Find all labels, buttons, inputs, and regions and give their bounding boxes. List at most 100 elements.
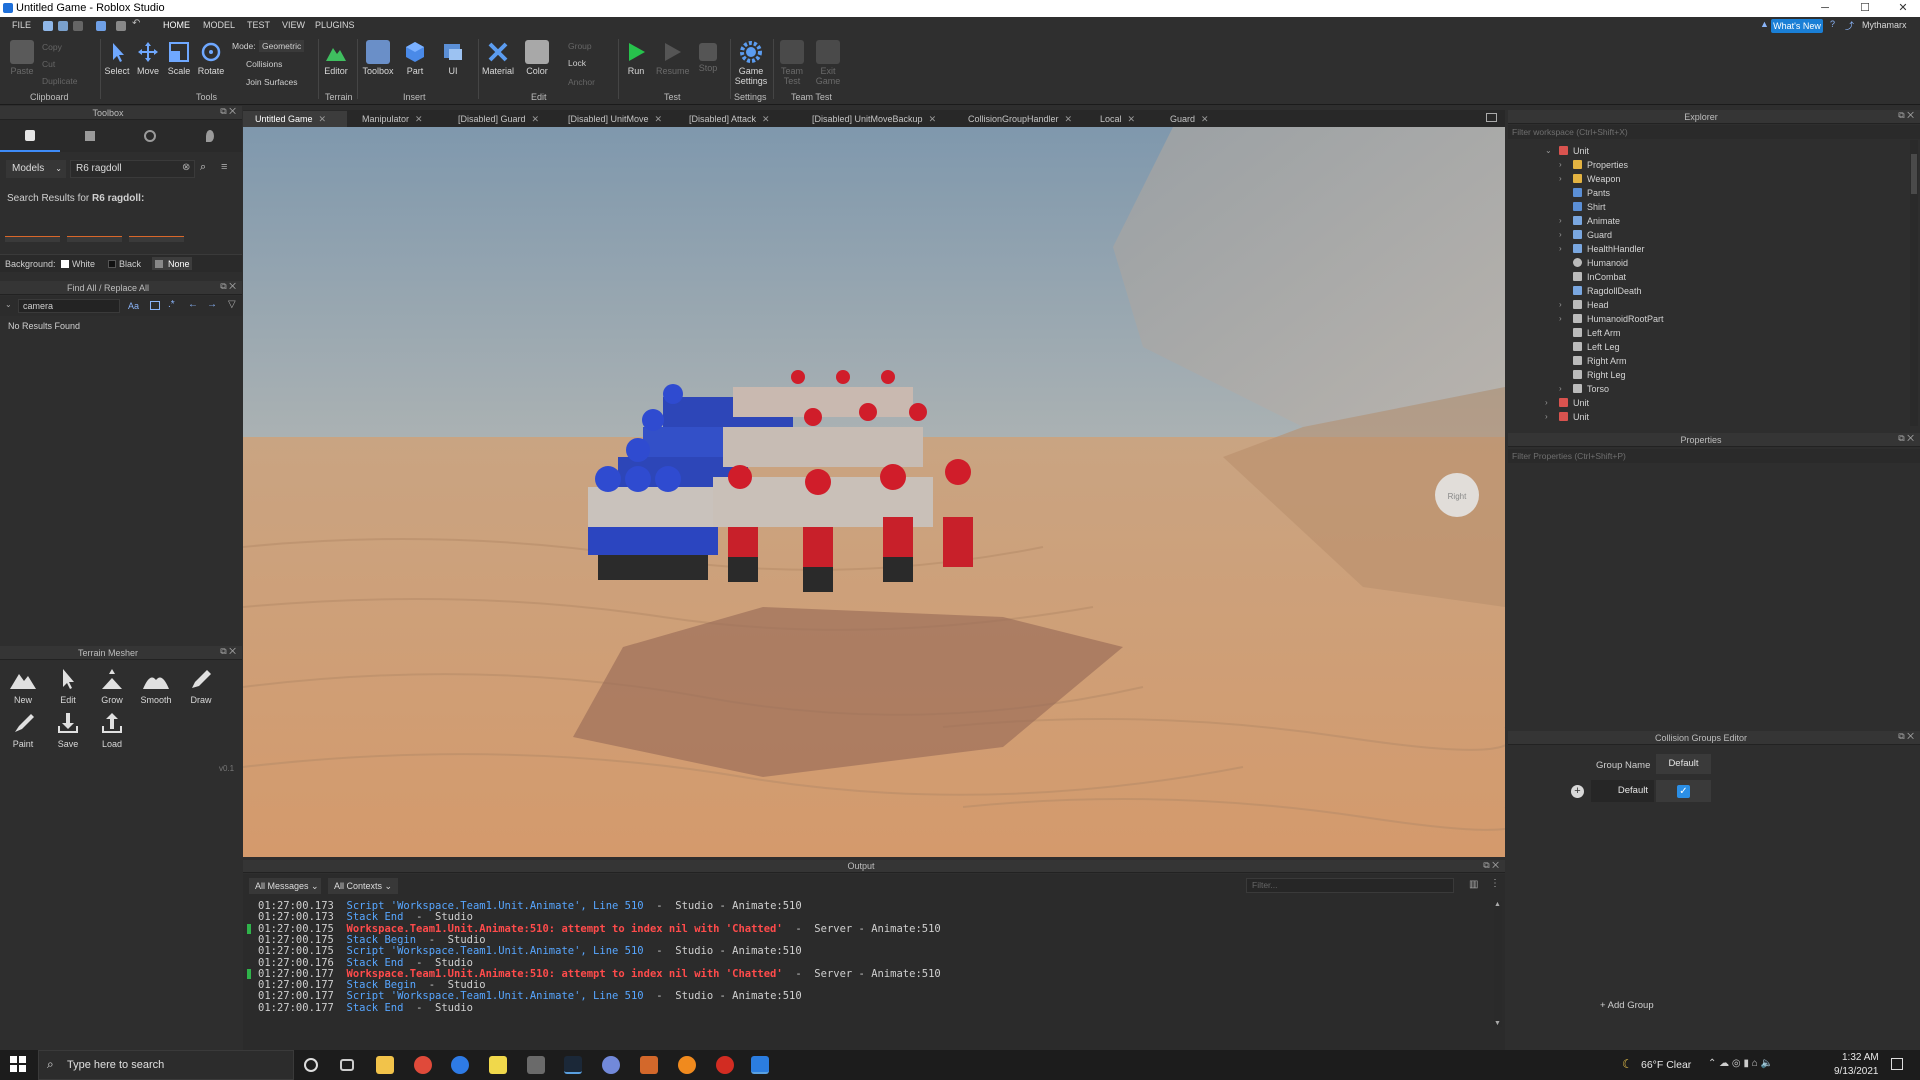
weather-text[interactable]: 66°F Clear [1641, 1059, 1691, 1071]
expand-chevron-icon[interactable]: › [1559, 158, 1562, 172]
menu-home[interactable]: HOME [163, 20, 190, 30]
tab-disabled-guard[interactable]: [Disabled] Guard ✕ [446, 111, 546, 127]
app-icon[interactable] [489, 1056, 507, 1074]
output-line[interactable]: 01:27:00.177 Script 'Workspace.Team1.Uni… [258, 991, 802, 1002]
rotate-tool-button[interactable]: Rotate [195, 37, 227, 85]
collisions-toggle[interactable]: Collisions [246, 59, 282, 69]
expand-chevron-icon[interactable]: › [1559, 228, 1562, 242]
windows-start-icon[interactable] [10, 1056, 28, 1074]
menu-view[interactable]: VIEW [282, 20, 305, 30]
move-tool-button[interactable]: Move [132, 37, 164, 85]
roblox-studio-taskbar-icon[interactable] [751, 1056, 769, 1074]
tab-local[interactable]: Local ✕ [1088, 111, 1148, 127]
material-button[interactable]: Material [482, 37, 514, 85]
tree-item-shirt[interactable]: Shirt [1573, 200, 1606, 214]
tree-item-left-leg[interactable]: Left Leg [1573, 340, 1620, 354]
tree-item-torso[interactable]: › Torso [1559, 382, 1609, 396]
bg-option-black[interactable]: Black [119, 259, 141, 269]
scale-tool-button[interactable]: Scale [163, 37, 195, 85]
expand-chevron-icon[interactable]: ⌄ [1545, 144, 1552, 158]
close-tab-icon[interactable]: ✕ [929, 114, 937, 124]
collapse-ribbon-icon[interactable]: ▲ [1760, 19, 1769, 29]
panel-close-icon[interactable]: ⧉ ✕ [1898, 433, 1914, 444]
maximize-button[interactable]: ☐ [1850, 0, 1880, 17]
close-tab-icon[interactable]: ✕ [532, 114, 540, 124]
terrain-smooth-button[interactable]: Smooth [136, 668, 176, 705]
regex-icon[interactable]: .* [168, 299, 175, 310]
viewport-scene[interactable]: Right [243, 127, 1505, 857]
tree-item-properties[interactable]: › Properties [1559, 158, 1628, 172]
panel-close-icon[interactable]: ⧉ ✕ [1898, 731, 1914, 742]
undo-icon[interactable]: ↶ [132, 18, 142, 29]
output-line[interactable]: 01:27:00.177 Stack End - Studio [258, 1002, 473, 1014]
panel-close-icon[interactable]: ⧉ ✕ [220, 281, 236, 292]
panel-close-icon[interactable]: ⧉ ✕ [220, 106, 236, 117]
menu-model[interactable]: MODEL [203, 20, 235, 30]
file-explorer-icon[interactable] [376, 1056, 394, 1074]
join-surfaces-toggle[interactable]: Join Surfaces [246, 77, 298, 87]
panel-close-icon[interactable]: ⧉ ✕ [1483, 860, 1499, 871]
tree-item-incombat[interactable]: InCombat [1573, 270, 1626, 284]
more-options-icon[interactable]: ⋮ [1490, 878, 1500, 889]
add-circle-icon[interactable]: + [1571, 785, 1584, 798]
toolbox-search-input[interactable]: R6 ragdoll [70, 160, 195, 178]
message-filter-dropdown[interactable]: All Messages ⌄ [249, 878, 321, 894]
color-button[interactable]: Color [521, 37, 553, 85]
expand-chevron-icon[interactable]: › [1559, 312, 1562, 326]
clear-search-icon[interactable]: ⊗ [182, 162, 190, 173]
expand-chevron-icon[interactable]: › [1559, 214, 1562, 228]
whats-new-button[interactable]: What's New [1771, 19, 1823, 33]
search-icon[interactable]: ⌕ [200, 161, 206, 174]
panel-close-icon[interactable]: ⧉ ✕ [1898, 110, 1914, 121]
tab-guard[interactable]: Guard ✕ [1158, 111, 1222, 127]
3d-viewport[interactable]: Right [243, 127, 1505, 857]
explorer-filter-input[interactable]: Filter workspace (Ctrl+Shift+X) [1508, 125, 1920, 139]
scroll-down-icon[interactable]: ▼ [1494, 1020, 1501, 1027]
mode-dropdown[interactable]: Geometric [259, 40, 305, 52]
expand-chevron-icon[interactable]: › [1559, 242, 1562, 256]
share-icon[interactable]: ⤴ [1845, 19, 1854, 32]
previous-arrow-icon[interactable]: ← [188, 299, 198, 310]
toolbox-tab-recent[interactable] [120, 120, 180, 152]
group-row-name[interactable]: Default [1591, 780, 1654, 802]
save-icon[interactable] [73, 21, 83, 31]
paste-quick-icon[interactable] [116, 21, 126, 31]
tree-item-unit[interactable]: › Unit [1545, 396, 1589, 410]
tab-disabled-unitmove[interactable]: [Disabled] UnitMove ✕ [556, 111, 668, 127]
menu-test[interactable]: TEST [247, 20, 270, 30]
discord-icon[interactable] [602, 1056, 620, 1074]
terrain-new-button[interactable]: New [3, 668, 43, 705]
explorer-scrollbar[interactable] [1910, 140, 1918, 426]
tree-item-left-arm[interactable]: Left Arm [1573, 326, 1621, 340]
tab-untitled-game[interactable]: Untitled Game ✕ [243, 111, 347, 127]
terrain-save-button[interactable]: Save [48, 712, 88, 749]
terrain-load-button[interactable]: Load [92, 712, 132, 749]
system-tray-icons[interactable]: ⌃ ☁ ◎ ▮ ⌂ 🔈 [1708, 1058, 1773, 1069]
new-file-icon[interactable] [43, 21, 53, 31]
select-tool-button[interactable]: Select [101, 37, 133, 85]
close-tab-icon[interactable]: ✕ [1201, 114, 1209, 124]
exit-game-button[interactable]: Exit Game [812, 37, 844, 86]
part-button[interactable]: Part [399, 37, 431, 85]
output-line[interactable]: 01:27:00.175 Script 'Workspace.Team1.Uni… [258, 946, 802, 957]
expand-chevron-icon[interactable]: › [1545, 396, 1548, 410]
bg-option-none[interactable]: None [168, 259, 190, 269]
chrome-icon[interactable] [414, 1056, 432, 1074]
tree-item-animate[interactable]: › Animate [1559, 214, 1620, 228]
whole-word-icon[interactable] [150, 301, 160, 310]
close-tab-icon[interactable]: ✕ [1128, 114, 1136, 124]
taskbar-search-box[interactable]: ⌕ Type here to search [38, 1050, 294, 1080]
tab-manipulator[interactable]: Manipulator ✕ [350, 111, 438, 127]
tree-item-ragdolldeath[interactable]: RagdollDeath [1573, 284, 1642, 298]
white-swatch[interactable] [61, 260, 69, 268]
expand-chevron-icon[interactable]: › [1559, 382, 1562, 396]
terrain-editor-button[interactable]: Editor [320, 37, 352, 85]
close-tab-icon[interactable]: ✕ [655, 114, 663, 124]
ui-button[interactable]: UI [437, 37, 469, 85]
toolbox-tab-inventory[interactable] [0, 120, 60, 152]
tree-item-healthhandler[interactable]: › HealthHandler [1559, 242, 1645, 256]
help-icon[interactable]: ? [1830, 19, 1835, 29]
tree-item-right-leg[interactable]: Right Leg [1573, 368, 1626, 382]
tree-item-weapon[interactable]: › Weapon [1559, 172, 1620, 186]
cut-button[interactable]: Cut [42, 59, 55, 69]
